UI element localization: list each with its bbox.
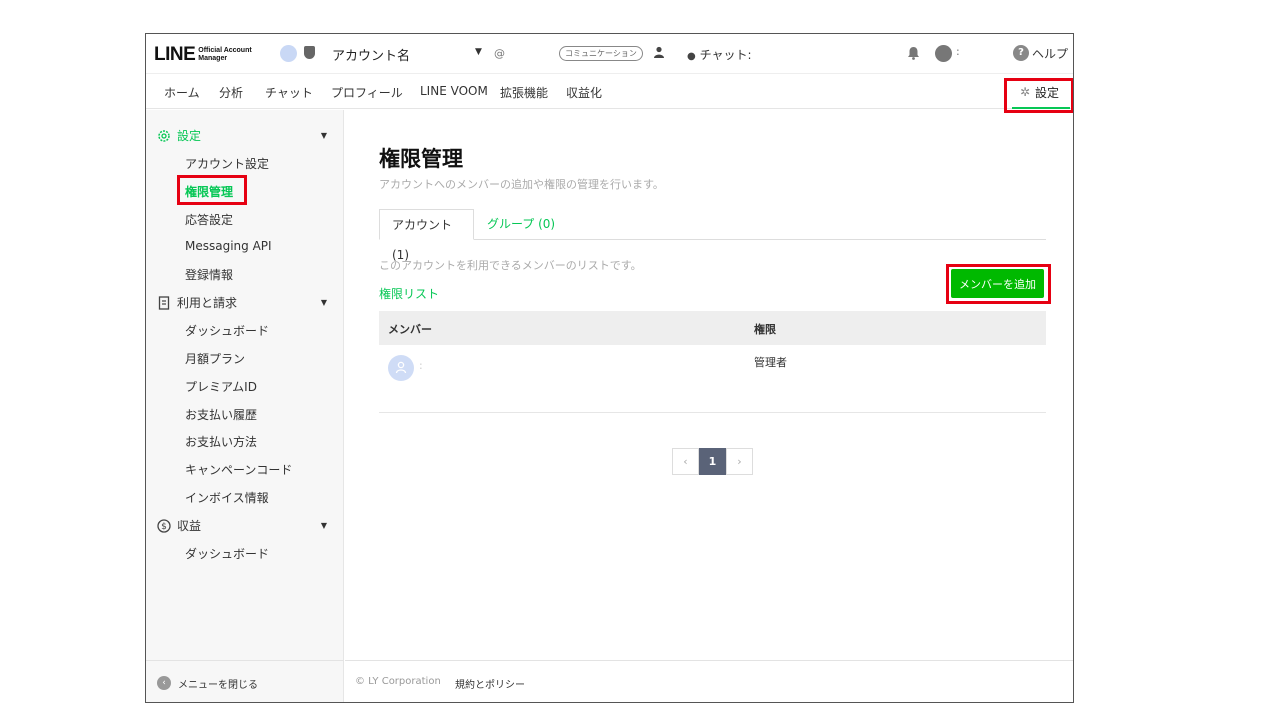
collapse-menu-button[interactable]: メニューを閉じる: [178, 676, 258, 691]
sidebar-item-permissions[interactable]: 権限管理: [185, 183, 233, 200]
sidebar-item-revenue-dashboard[interactable]: ダッシュボード: [185, 545, 269, 562]
terms-policy-link[interactable]: 規約とポリシー: [455, 676, 525, 691]
chat-bubble-icon: ●: [687, 51, 696, 62]
sidebar-item-invoice-info[interactable]: インボイス情報: [185, 489, 269, 506]
page-title: 権限管理: [379, 147, 463, 171]
bell-icon[interactable]: [907, 46, 920, 60]
gear-icon: ✲: [1020, 85, 1031, 99]
sidebar-item-campaign-code[interactable]: キャンペーンコード: [185, 461, 292, 478]
page-description: アカウントへのメンバーの追加や権限の管理を行います。: [379, 178, 664, 191]
sidebar-item-payment-history[interactable]: お支払い履歴: [185, 406, 257, 423]
pagination-prev[interactable]: ‹: [672, 448, 699, 475]
account-name[interactable]: アカウント名: [332, 45, 410, 64]
member-role: 管理者: [754, 356, 787, 369]
sidebar-item-monthly-plan[interactable]: 月額プラン: [185, 350, 245, 367]
table-header: メンバー 権限: [379, 311, 1046, 345]
nav-settings-label: 設定: [1035, 86, 1060, 100]
sidebar-section-label: 利用と請求: [177, 296, 238, 310]
main-content: 権限管理 アカウントへのメンバーの追加や権限の管理を行います。 アカウント (1…: [345, 110, 1073, 660]
friends-icon: [654, 46, 664, 58]
person-icon: [395, 361, 407, 374]
logo-text: LINE: [154, 44, 196, 65]
nav-extensions[interactable]: 拡張機能: [500, 84, 548, 101]
permission-list-link[interactable]: 権限リスト: [379, 285, 439, 302]
tab-group[interactable]: グループ (0): [475, 209, 567, 240]
svg-text:$: $: [161, 522, 167, 532]
sidebar: 設定 ▼ アカウント設定 権限管理 応答設定 Messaging API 登録情…: [146, 110, 344, 702]
nav-settings[interactable]: ✲ 設定: [1009, 75, 1073, 109]
list-description: このアカウントを利用できるメンバーのリストです。: [379, 259, 642, 272]
sidebar-section-label: 設定: [177, 129, 202, 143]
active-tab-indicator: [1012, 107, 1070, 109]
gear-icon: [158, 129, 170, 142]
chat-status[interactable]: ● チャット:: [687, 46, 752, 63]
nav-profile[interactable]: プロフィール: [331, 84, 403, 101]
add-member-button[interactable]: メンバーを追加: [951, 269, 1044, 298]
sidebar-item-dashboard[interactable]: ダッシュボード: [185, 322, 269, 339]
nav-home[interactable]: ホーム: [164, 84, 200, 101]
sidebar-item-payment-method[interactable]: お支払い方法: [185, 433, 257, 450]
account-id: @: [494, 47, 505, 60]
column-header-permission: 権限: [754, 323, 776, 336]
sidebar-section-label: 収益: [177, 519, 202, 533]
sidebar-section-settings[interactable]: 設定 ▼: [157, 127, 327, 144]
chevron-down-icon[interactable]: ▼: [321, 521, 327, 530]
tab-bar: アカウント (1) グループ (0): [379, 209, 1046, 262]
chevron-down-icon[interactable]: ▼: [321, 131, 327, 140]
pagination: ‹ 1 ›: [672, 448, 753, 475]
receipt-icon: [158, 295, 170, 310]
user-name: :: [956, 45, 960, 58]
nav-chat[interactable]: チャット: [265, 84, 313, 101]
copyright: © LY Corporation: [355, 676, 441, 687]
logo-subtitle: Official Account Manager: [198, 47, 252, 62]
pagination-next[interactable]: ›: [726, 448, 753, 475]
sidebar-item-registration[interactable]: 登録情報: [185, 266, 233, 283]
help-icon[interactable]: ?: [1013, 45, 1029, 61]
main-nav: ホーム 分析 チャット プロフィール LINE VOOM 拡張機能 収益化 ✲ …: [146, 75, 1073, 109]
tab-account[interactable]: アカウント (1): [379, 209, 474, 262]
pagination-page-1[interactable]: 1: [699, 448, 726, 475]
communication-badge: コミュニケーション: [559, 46, 643, 61]
nav-monetization[interactable]: 収益化: [566, 84, 602, 101]
top-bar: LINE Official Account Manager アカウント名 ▼ @…: [146, 34, 1073, 74]
nav-analytics[interactable]: 分析: [219, 84, 243, 101]
page-footer: © LY Corporation 規約とポリシー: [345, 660, 1073, 702]
sidebar-footer: ‹ メニューを閉じる: [146, 660, 344, 702]
member-name: :: [419, 359, 423, 372]
sidebar-section-billing[interactable]: 利用と請求 ▼: [157, 294, 327, 311]
column-header-member: メンバー: [388, 323, 432, 336]
sidebar-item-premium-id[interactable]: プレミアムID: [185, 378, 257, 395]
line-logo[interactable]: LINE Official Account Manager: [154, 44, 262, 66]
member-avatar: [388, 355, 414, 381]
table-row[interactable]: : 管理者: [379, 345, 1046, 413]
user-avatar[interactable]: [935, 45, 952, 62]
app-window: LINE Official Account Manager アカウント名 ▼ @…: [145, 33, 1074, 703]
sidebar-item-response-settings[interactable]: 応答設定: [185, 211, 233, 228]
help-link[interactable]: ヘルプ: [1032, 45, 1068, 62]
chat-status-label: チャット:: [699, 48, 752, 62]
chevron-down-icon[interactable]: ▼: [475, 47, 482, 57]
nav-line-voom[interactable]: LINE VOOM: [420, 84, 488, 98]
chevron-left-icon[interactable]: ‹: [157, 676, 171, 690]
sidebar-section-revenue[interactable]: $ 収益 ▼: [157, 517, 327, 534]
chevron-down-icon[interactable]: ▼: [321, 298, 327, 307]
sidebar-item-messaging-api[interactable]: Messaging API: [185, 239, 272, 253]
dollar-icon: $: [157, 518, 171, 533]
shield-icon: [304, 46, 315, 59]
sidebar-item-account-settings[interactable]: アカウント設定: [185, 155, 269, 172]
account-avatar[interactable]: [280, 45, 297, 62]
